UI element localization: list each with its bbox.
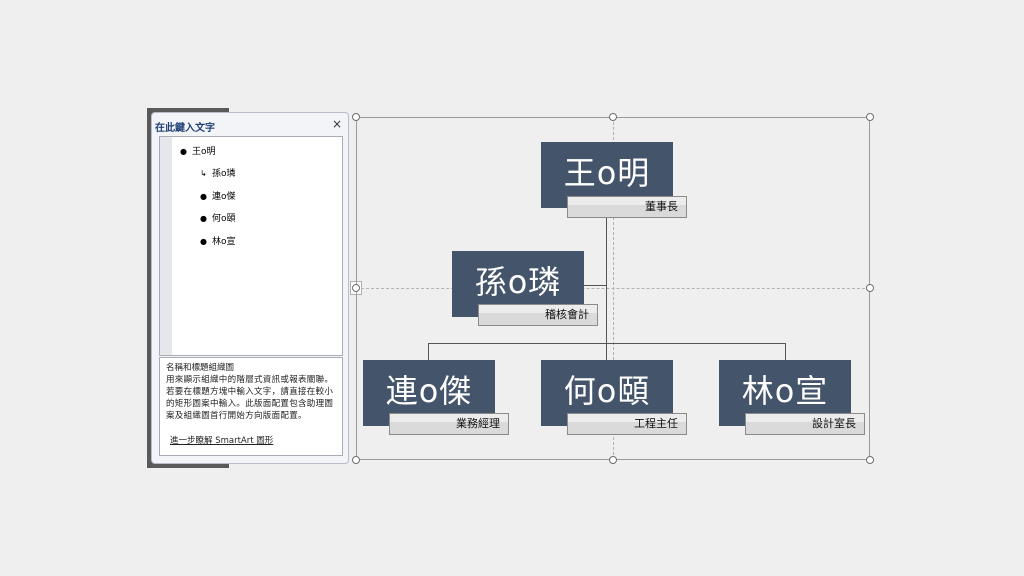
center-guide-horizontal bbox=[356, 288, 870, 289]
layout-description-title: 名稱和標題組織圖 bbox=[166, 363, 235, 373]
list-item-text: 孫o璘 bbox=[212, 169, 236, 179]
connector-line bbox=[606, 208, 607, 360]
editor-gutter bbox=[160, 137, 172, 355]
org-node-name: 王o明 bbox=[563, 154, 651, 192]
connector-line bbox=[785, 343, 786, 360]
org-node-role[interactable]: 設計室長 bbox=[745, 413, 865, 435]
resize-handle-bottom-right[interactable] bbox=[866, 456, 874, 464]
bullet-icon: ● bbox=[200, 237, 207, 246]
list-item[interactable]: ● 王o明 bbox=[180, 144, 216, 157]
list-item-text: 何o頤 bbox=[212, 214, 236, 224]
list-item[interactable]: ● 連o傑 bbox=[200, 189, 236, 202]
connector-line bbox=[428, 343, 786, 344]
resize-handle-bottom[interactable] bbox=[609, 456, 617, 464]
text-pane-title: 在此鍵入文字 bbox=[155, 123, 215, 134]
org-node-role[interactable]: 業務經理 bbox=[389, 413, 509, 435]
layout-description-body: 用來顯示組織中的階層式資訊或報表關聯。若要在標題方塊中輸入文字，請直接在較小的矩… bbox=[166, 375, 334, 421]
org-node-name: 連o傑 bbox=[385, 372, 473, 410]
list-item[interactable]: ↳ 孫o璘 bbox=[200, 166, 236, 179]
text-pane: 在此鍵入文字 × ● 王o明 ↳ 孫o璘 ● 連o傑 ● 何o頤 ● 林o宣 名稱和標題組… bbox=[151, 112, 349, 464]
org-node-name: 孫o璘 bbox=[474, 263, 562, 301]
assistant-arrow-icon: ↳ bbox=[200, 169, 207, 178]
connector-line bbox=[583, 285, 606, 286]
close-icon[interactable]: × bbox=[332, 117, 342, 131]
resize-handle-top[interactable] bbox=[609, 113, 617, 121]
org-node-name: 何o頤 bbox=[563, 372, 651, 410]
org-node-role[interactable]: 稽核會計 bbox=[478, 304, 598, 326]
text-editor[interactable]: ● 王o明 ↳ 孫o璘 ● 連o傑 ● 何o頤 ● 林o宣 bbox=[159, 136, 343, 356]
learn-more-link[interactable]: 進一步瞭解 SmartArt 圖形 bbox=[170, 435, 273, 447]
list-item[interactable]: ● 林o宣 bbox=[200, 234, 236, 247]
list-item-text: 王o明 bbox=[192, 147, 216, 157]
bullet-icon: ● bbox=[180, 147, 187, 156]
resize-handle-left[interactable] bbox=[352, 284, 360, 292]
bullet-icon: ● bbox=[200, 192, 207, 201]
resize-handle-top-right[interactable] bbox=[866, 113, 874, 121]
bullet-icon: ● bbox=[200, 214, 207, 223]
org-node-role[interactable]: 董事長 bbox=[567, 196, 687, 218]
list-item[interactable]: ● 何o頤 bbox=[200, 211, 236, 224]
resize-handle-right[interactable] bbox=[866, 284, 874, 292]
org-node-role[interactable]: 工程主任 bbox=[567, 413, 687, 435]
connector-line bbox=[428, 343, 429, 360]
layout-description: 名稱和標題組織圖 用來顯示組織中的階層式資訊或報表關聯。若要在標題方塊中輸入文字… bbox=[159, 357, 343, 456]
list-item-text: 連o傑 bbox=[212, 192, 236, 202]
org-node-name: 林o宣 bbox=[741, 372, 829, 410]
list-item-text: 林o宣 bbox=[212, 237, 236, 247]
resize-handle-bottom-left[interactable] bbox=[352, 456, 360, 464]
resize-handle-top-left[interactable] bbox=[352, 113, 360, 121]
